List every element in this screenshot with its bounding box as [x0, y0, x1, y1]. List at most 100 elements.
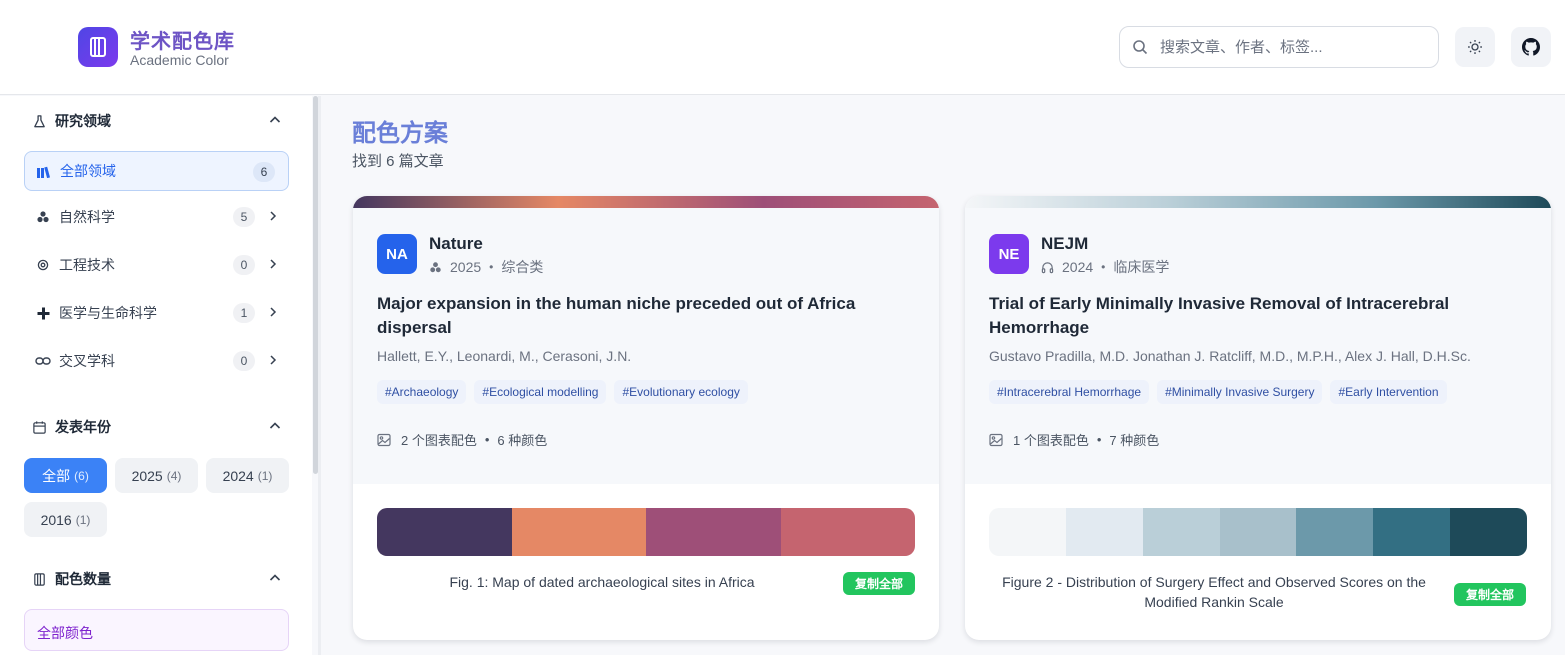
page-title: 配色方案: [352, 120, 448, 147]
figure-caption: Fig. 1: Map of dated archaeological site…: [449, 574, 755, 590]
field-item-label: 工程技术: [59, 257, 115, 273]
tag-chip[interactable]: #Evolutionary ecology: [614, 380, 748, 404]
app-subtitle: Academic Color: [130, 52, 229, 68]
card-stats: 1 个图表配色 • 7 种颜色: [989, 430, 1159, 449]
year-filter-label: 全部: [42, 467, 71, 484]
year-filter-count: (1): [75, 512, 91, 527]
sun-icon: [1468, 40, 1482, 54]
tag-chip[interactable]: #Ecological modelling: [474, 380, 607, 404]
swatch-1[interactable]: [989, 508, 1066, 556]
chevron-up-icon[interactable]: [268, 113, 282, 127]
article-title[interactable]: Major expansion in the human niche prece…: [377, 292, 917, 340]
meta-separator: •: [1101, 260, 1106, 274]
fields-section-header[interactable]: 研究领域: [32, 109, 282, 133]
field-item-count: 5: [233, 207, 255, 227]
image-icon: [377, 433, 391, 446]
search-icon: [1133, 40, 1148, 55]
field-item-natural-science[interactable]: 自然科学 5: [24, 197, 289, 237]
swatch-7[interactable]: [1450, 508, 1527, 556]
journal-badge: NA: [377, 234, 417, 274]
swatch-2[interactable]: [1065, 508, 1143, 556]
color-palette: [377, 508, 915, 556]
card-stats: 2 个图表配色 • 6 种颜色: [377, 430, 547, 449]
swatch-2[interactable]: [511, 508, 646, 556]
card-color-strip: [965, 196, 1551, 208]
journal-name: Nature: [429, 234, 483, 253]
color-count: 7 种颜色: [1109, 433, 1160, 448]
copy-all-button[interactable]: 复制全部: [1454, 583, 1526, 606]
field-item-label: 自然科学: [59, 209, 115, 225]
year-filter-label: 2016: [40, 511, 72, 528]
sidebar-divider: [318, 96, 321, 655]
tag-chip[interactable]: #Intracerebral Hemorrhage: [989, 380, 1150, 404]
field-item-all[interactable]: 全部领域 6: [24, 151, 289, 191]
year-filter-2024[interactable]: 2024 (1): [206, 458, 289, 493]
swatch-4[interactable]: [1219, 508, 1297, 556]
years-section-header[interactable]: 发表年份: [32, 415, 282, 439]
year-filter-label: 2025: [131, 467, 163, 484]
tag-chip[interactable]: #Archaeology: [377, 380, 467, 404]
field-item-interdisciplinary[interactable]: 交叉学科 0: [24, 341, 289, 381]
chevron-up-icon[interactable]: [268, 571, 282, 585]
atom-icon: [35, 209, 51, 225]
field-item-medicine[interactable]: 医学与生命科学 1: [24, 293, 289, 333]
stats-separator: •: [1096, 432, 1102, 447]
colors-section-header[interactable]: 配色数量: [32, 567, 282, 591]
figure-caption: Figure 2 - Distribution of Surgery Effec…: [1002, 574, 1426, 610]
swatch-5[interactable]: [1296, 508, 1374, 556]
year-filter-2016[interactable]: 2016 (1): [24, 502, 107, 537]
year-filter-count: (6): [74, 468, 89, 483]
article-authors: Gustavo Pradilla, M.D. Jonathan J. Ratcl…: [989, 348, 1471, 364]
tag-chip[interactable]: #Early Intervention: [1330, 380, 1447, 404]
article-authors: Hallett, E.Y., Leonardi, M., Cerasoni, J…: [377, 348, 632, 364]
chart-count: 1 个图表配色: [1013, 433, 1089, 448]
github-icon: [1522, 38, 1540, 56]
chevron-right-icon: [270, 259, 277, 269]
atom-icon: [430, 261, 441, 272]
tag-chip[interactable]: #Minimally Invasive Surgery: [1157, 380, 1323, 404]
field-item-label: 交叉学科: [59, 353, 115, 369]
theme-toggle-button[interactable]: [1455, 27, 1495, 67]
app-title: 学术配色库: [130, 31, 235, 53]
field-item-count: 1: [233, 303, 255, 323]
swatch-6[interactable]: [1373, 508, 1451, 556]
swatch-1[interactable]: [377, 508, 512, 556]
article-card-nature[interactable]: NA Nature 2025 • 综合类 Major expansion in …: [353, 196, 939, 640]
tag-list: #Archaeology #Ecological modelling #Evol…: [377, 380, 756, 404]
chevron-up-icon[interactable]: [268, 419, 282, 433]
colors-section-title: 配色数量: [55, 571, 111, 587]
field-item-label: 全部领域: [60, 163, 116, 179]
chart-count: 2 个图表配色: [401, 433, 477, 448]
swatch-4[interactable]: [780, 508, 915, 556]
meta-separator: •: [489, 260, 494, 274]
years-section-title: 发表年份: [55, 419, 111, 435]
stats-separator: •: [484, 432, 490, 447]
year-filter-all[interactable]: 全部 (6): [24, 458, 107, 493]
link-icon: [35, 353, 51, 369]
color-filter-all[interactable]: 全部颜色: [24, 609, 289, 651]
category-label: 临床医学: [1113, 259, 1170, 275]
article-card-nejm[interactable]: NE NEJM 2024 • 临床医学 Trial of Early Minim…: [965, 196, 1551, 640]
field-item-count: 0: [233, 351, 255, 371]
search-input[interactable]: [1160, 35, 1430, 59]
swatch-3[interactable]: [646, 508, 781, 556]
flask-icon: [34, 114, 45, 127]
app-logo[interactable]: [78, 27, 118, 67]
chevron-right-icon: [270, 211, 277, 221]
year-filter-2025[interactable]: 2025 (4): [115, 458, 198, 493]
search-box[interactable]: [1119, 26, 1439, 68]
field-item-count: 0: [233, 255, 255, 275]
github-button[interactable]: [1511, 27, 1551, 67]
plus-icon: [35, 305, 51, 321]
category-label: 综合类: [501, 259, 544, 275]
headphones-icon: [1041, 261, 1054, 273]
image-icon: [989, 433, 1003, 446]
article-title[interactable]: Trial of Early Minimally Invasive Remova…: [989, 292, 1529, 340]
tag-list: #Intracerebral Hemorrhage #Minimally Inv…: [989, 380, 1455, 404]
chevron-right-icon: [270, 307, 277, 317]
journal-name: NEJM: [1041, 234, 1089, 253]
field-item-engineering[interactable]: 工程技术 0: [24, 245, 289, 285]
swatch-3[interactable]: [1142, 508, 1220, 556]
copy-all-button[interactable]: 复制全部: [843, 572, 915, 595]
color-palette: [989, 508, 1527, 556]
